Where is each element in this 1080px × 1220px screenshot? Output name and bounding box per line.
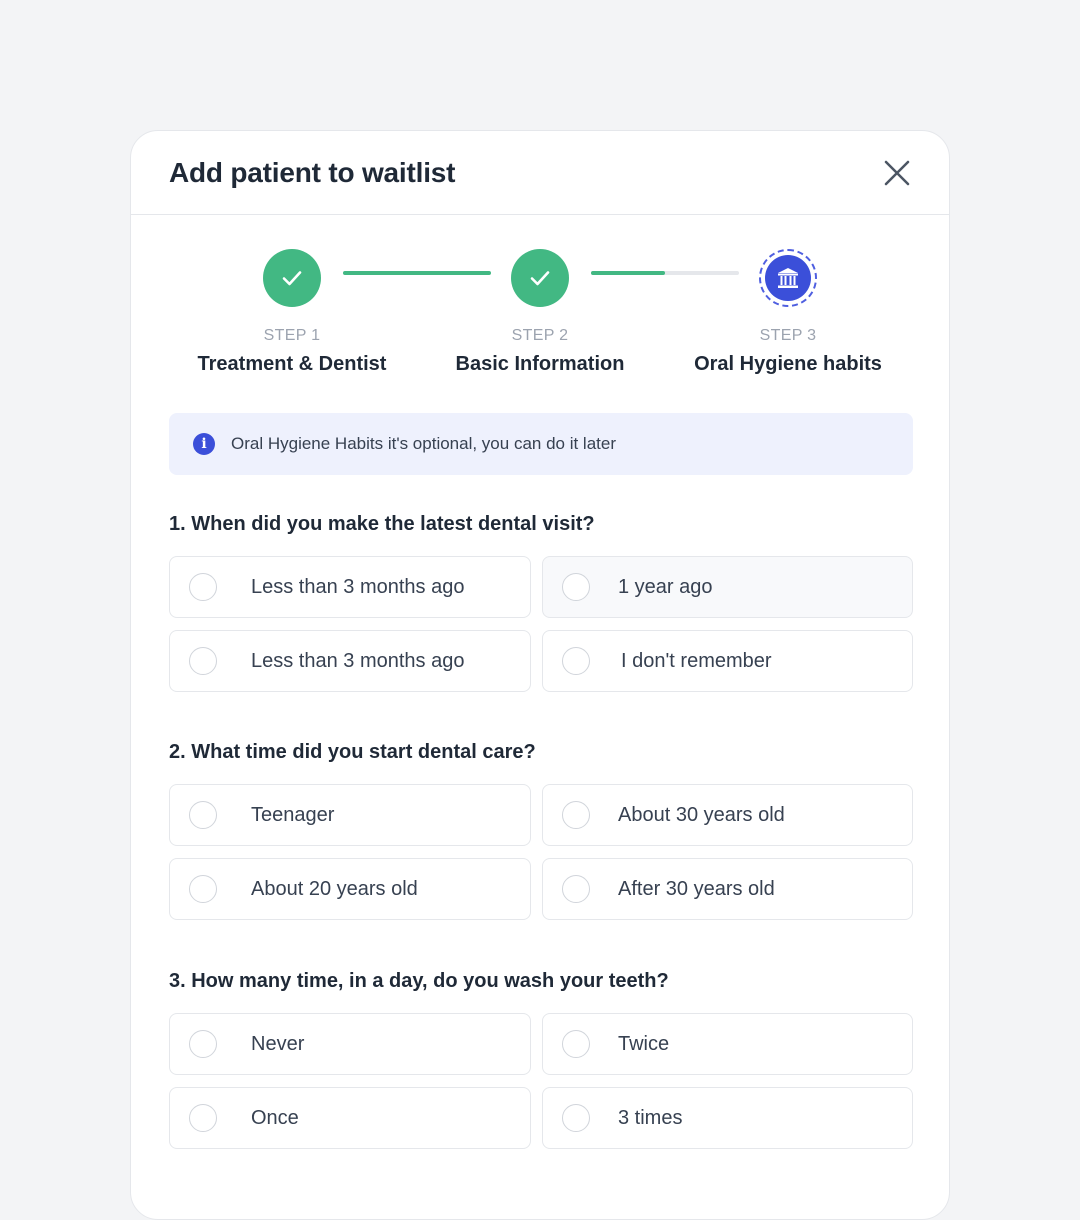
step-1-indicator <box>263 249 321 307</box>
radio-button[interactable] <box>562 875 590 903</box>
info-banner: i Oral Hygiene Habits it's optional, you… <box>169 413 913 475</box>
option-label: Less than 3 months ago <box>251 575 465 598</box>
step-connector-1 <box>343 271 491 275</box>
q2-option-4[interactable]: After 30 years old <box>542 858 913 920</box>
radio-button[interactable] <box>189 573 217 601</box>
option-label: Twice <box>618 1032 670 1055</box>
modal-title: Add patient to waitlist <box>169 156 456 188</box>
q1-option-3[interactable]: Less than 3 months ago <box>169 630 531 692</box>
step-1-name: Treatment & Dentist <box>197 353 387 375</box>
radio-button[interactable] <box>189 875 217 903</box>
step-2-name: Basic Information <box>455 353 625 375</box>
question-2-title: 2. What time did you start dental care? <box>169 741 536 763</box>
close-icon <box>884 160 910 185</box>
q1-option-2[interactable]: 1 year ago <box>542 556 913 618</box>
option-label: After 30 years old <box>618 877 775 900</box>
radio-button[interactable] <box>189 1030 217 1058</box>
question-1-title: 1. When did you make the latest dental v… <box>169 513 595 535</box>
close-button[interactable] <box>881 157 913 189</box>
step-1-number: STEP 1 <box>263 327 321 344</box>
q3-option-3[interactable]: Once <box>169 1087 531 1149</box>
question-3-title: 3. How many time, in a day, do you wash … <box>169 970 669 992</box>
option-label: Less than 3 months ago <box>251 649 465 672</box>
modal-header: Add patient to waitlist <box>131 131 949 215</box>
option-label: About 30 years old <box>618 803 785 826</box>
radio-button[interactable] <box>189 1104 217 1132</box>
q1-option-4[interactable]: I don't remember <box>542 630 913 692</box>
step-connector-2-progress <box>591 271 665 275</box>
step-connector-2 <box>591 271 739 275</box>
option-label: I don't remember <box>621 649 772 672</box>
q2-option-2[interactable]: About 30 years old <box>542 784 913 846</box>
step-2-number: STEP 2 <box>511 327 569 344</box>
radio-button[interactable] <box>562 801 590 829</box>
radio-button[interactable] <box>562 1104 590 1132</box>
q2-option-1[interactable]: Teenager <box>169 784 531 846</box>
radio-button[interactable] <box>562 573 590 601</box>
info-icon: i <box>193 433 215 455</box>
option-label: 3 times <box>618 1106 683 1129</box>
radio-button[interactable] <box>562 1030 590 1058</box>
radio-button[interactable] <box>562 647 590 675</box>
radio-button[interactable] <box>189 647 217 675</box>
clinic-building-icon <box>778 268 798 288</box>
option-label: About 20 years old <box>251 877 418 900</box>
radio-button[interactable] <box>189 801 217 829</box>
step-3-indicator <box>759 249 817 307</box>
option-label: 1 year ago <box>618 575 713 598</box>
q3-option-2[interactable]: Twice <box>542 1013 913 1075</box>
option-label: Once <box>251 1106 299 1129</box>
info-text: Oral Hygiene Habits it's optional, you c… <box>231 434 616 453</box>
option-label: Never <box>251 1032 305 1055</box>
step-3-name: Oral Hygiene habits <box>694 353 882 375</box>
stepper: STEP 1 Treatment & Dentist STEP 2 Basic … <box>131 215 949 411</box>
checkmark-icon <box>282 271 302 286</box>
add-patient-modal: Add patient to waitlist STEP 1 Treatment… <box>130 130 950 1220</box>
step-3-number: STEP 3 <box>759 327 817 344</box>
step-2-indicator <box>511 249 569 307</box>
option-label: Teenager <box>251 803 335 826</box>
q2-option-3[interactable]: About 20 years old <box>169 858 531 920</box>
q1-option-1[interactable]: Less than 3 months ago <box>169 556 531 618</box>
q3-option-4[interactable]: 3 times <box>542 1087 913 1149</box>
q3-option-1[interactable]: Never <box>169 1013 531 1075</box>
checkmark-icon <box>530 271 550 286</box>
